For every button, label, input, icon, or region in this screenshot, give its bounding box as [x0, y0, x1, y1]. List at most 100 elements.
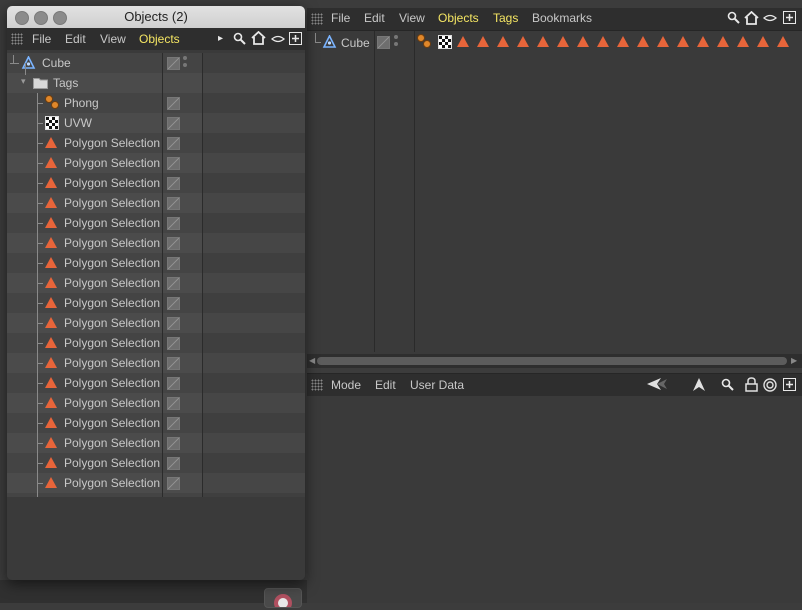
- tree-item-label[interactable]: Tags: [53, 76, 78, 90]
- polygon-selection-tag-icon[interactable]: [477, 36, 489, 47]
- tree-row-phong[interactable]: Phong: [7, 93, 305, 113]
- eye-icon[interactable]: [762, 12, 778, 27]
- enable-flag-icon[interactable]: [167, 397, 180, 410]
- enable-flag-icon[interactable]: [167, 377, 180, 390]
- back-icon[interactable]: [647, 378, 667, 393]
- flag-cell[interactable]: [163, 193, 202, 213]
- tree-item-label[interactable]: Polygon Selection: [64, 156, 160, 170]
- home-icon[interactable]: [251, 30, 266, 48]
- polygon-selection-tag-icon[interactable]: [45, 277, 57, 288]
- visibility-flag-icon[interactable]: [377, 36, 390, 49]
- menu-mode[interactable]: Mode: [331, 378, 361, 392]
- name-cell[interactable]: Polygon Selection: [7, 413, 162, 433]
- enable-flag-icon[interactable]: [167, 97, 180, 110]
- menu-tags[interactable]: Tags: [493, 11, 518, 25]
- lock-icon[interactable]: [745, 377, 758, 395]
- tree-row-polygon-selection[interactable]: Polygon Selection: [7, 253, 305, 273]
- scroll-left-icon[interactable]: ◀: [309, 356, 315, 365]
- panel-grip-icon[interactable]: [11, 33, 23, 45]
- search-icon[interactable]: [233, 32, 247, 49]
- tree-item-label[interactable]: Polygon Selection: [64, 216, 160, 230]
- tree-item-label[interactable]: Polygon Selection: [64, 316, 160, 330]
- tree-item-label[interactable]: Polygon Selection: [64, 456, 160, 470]
- flag-cell[interactable]: [163, 153, 202, 173]
- tree-row-folder[interactable]: ▾ Tags: [7, 63, 305, 93]
- enable-flag-icon[interactable]: [167, 337, 180, 350]
- tags-cell[interactable]: [203, 153, 305, 173]
- polygon-selection-tag-icon[interactable]: [757, 36, 769, 47]
- name-cell[interactable]: UVW: [7, 113, 162, 133]
- name-cell[interactable]: Polygon Selection: [7, 433, 162, 453]
- object-row-cube[interactable]: Cube: [307, 32, 802, 52]
- tree-item-label[interactable]: Phong: [64, 96, 99, 110]
- menu-view[interactable]: View: [100, 32, 126, 46]
- polygon-selection-tag-icon[interactable]: [657, 36, 669, 47]
- tags-cell[interactable]: [203, 293, 305, 313]
- tree-row-polygon-selection[interactable]: Polygon Selection: [7, 453, 305, 473]
- polygon-selection-tag-icon[interactable]: [45, 297, 57, 308]
- flag-cell[interactable]: [163, 373, 202, 393]
- tags-cell[interactable]: [203, 273, 305, 293]
- uvw-tag-icon[interactable]: [45, 116, 59, 130]
- polygon-selection-tag-icon[interactable]: [45, 237, 57, 248]
- menu-overflow-arrow-icon[interactable]: ▸: [218, 32, 223, 46]
- flag-cell[interactable]: [163, 353, 202, 373]
- scrollbar-thumb[interactable]: [317, 357, 787, 365]
- tags-cell[interactable]: [203, 373, 305, 393]
- tags-cell[interactable]: [203, 473, 305, 493]
- tags-cell[interactable]: [203, 233, 305, 253]
- render-dots-icon[interactable]: [183, 56, 187, 70]
- object-name[interactable]: Cube: [341, 36, 370, 50]
- enable-flag-icon[interactable]: [167, 217, 180, 230]
- name-cell[interactable]: Phong: [7, 93, 162, 113]
- tags-cell[interactable]: [203, 393, 305, 413]
- flag-cell[interactable]: [163, 393, 202, 413]
- polygon-selection-tag-icon[interactable]: [45, 377, 57, 388]
- enable-flag-icon[interactable]: [167, 417, 180, 430]
- polygon-selection-tag-icon[interactable]: [45, 317, 57, 328]
- tree-item-label[interactable]: Polygon Selection: [64, 276, 160, 290]
- polygon-selection-tag-icon[interactable]: [617, 36, 629, 47]
- menu-user-data[interactable]: User Data: [410, 378, 464, 392]
- name-cell[interactable]: Cube: [7, 53, 162, 73]
- flag-cell[interactable]: [163, 333, 202, 353]
- name-cell[interactable]: Polygon Selection: [7, 153, 162, 173]
- enable-flag-icon[interactable]: [167, 277, 180, 290]
- cube-icon[interactable]: [21, 55, 36, 70]
- name-cell[interactable]: Polygon Selection: [7, 213, 162, 233]
- folder-icon[interactable]: [33, 77, 49, 92]
- menu-edit[interactable]: Edit: [364, 11, 385, 25]
- tree-row-polygon-selection[interactable]: Polygon Selection: [7, 393, 305, 413]
- menu-file[interactable]: File: [32, 32, 51, 46]
- tags-cell[interactable]: [203, 213, 305, 233]
- tree-row-polygon-selection[interactable]: Polygon Selection: [7, 333, 305, 353]
- polygon-selection-tag-icon[interactable]: [45, 437, 57, 448]
- tags-cell[interactable]: [203, 313, 305, 333]
- name-cell[interactable]: Polygon Selection: [7, 233, 162, 253]
- panel-grip-icon[interactable]: [311, 13, 323, 25]
- name-cell[interactable]: Polygon Selection: [7, 313, 162, 333]
- enable-flag-icon[interactable]: [167, 317, 180, 330]
- enable-flag-icon[interactable]: [167, 357, 180, 370]
- tree-row-polygon-selection[interactable]: Polygon Selection: [7, 153, 305, 173]
- polygon-selection-tag-icon[interactable]: [45, 157, 57, 168]
- new-panel-icon[interactable]: [783, 11, 796, 27]
- tree-row-polygon-selection[interactable]: Polygon Selection: [7, 473, 305, 493]
- tags-cell[interactable]: [203, 133, 305, 153]
- tree-empty-area[interactable]: [7, 497, 305, 580]
- flag-cell[interactable]: [163, 53, 202, 73]
- search-icon[interactable]: [721, 378, 735, 395]
- tree-item-label[interactable]: Polygon Selection: [64, 416, 160, 430]
- polygon-selection-tag-icon[interactable]: [45, 337, 57, 348]
- polygon-selection-tag-icon[interactable]: [557, 36, 569, 47]
- polygon-selection-tag-icon[interactable]: [517, 36, 529, 47]
- search-icon[interactable]: [727, 11, 741, 28]
- tags-cell[interactable]: [203, 333, 305, 353]
- name-cell[interactable]: Polygon Selection: [7, 253, 162, 273]
- polygon-selection-tag-icon[interactable]: [45, 137, 57, 148]
- flag-cell[interactable]: [163, 293, 202, 313]
- polygon-selection-tag-icon[interactable]: [45, 417, 57, 428]
- name-cell[interactable]: Polygon Selection: [7, 293, 162, 313]
- polygon-selection-tag-icon[interactable]: [45, 477, 57, 488]
- objects-manager-area[interactable]: [307, 31, 802, 354]
